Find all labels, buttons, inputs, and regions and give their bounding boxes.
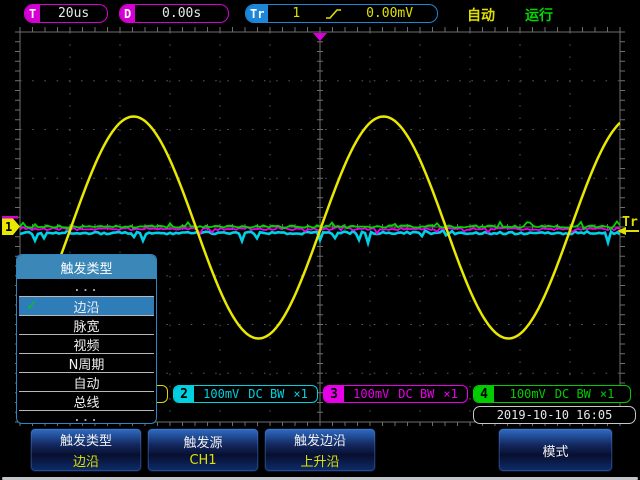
- channel2-badge: 2: [174, 386, 194, 402]
- channel2-scale: 100mV: [203, 387, 239, 401]
- channel4-status-box[interactable]: 4 100mV DC BW ×1: [473, 385, 631, 403]
- trigger-position-marker[interactable]: [313, 33, 327, 41]
- datetime-display: 2019-10-10 16:05: [473, 406, 636, 424]
- softkey-menu-bar: 触发类型 边沿 触发源 CH1 触发边沿 上升沿 模式: [0, 426, 640, 477]
- channel3-badge: 3: [324, 386, 344, 402]
- popup-item-edge[interactable]: ✓ 边沿: [19, 297, 154, 316]
- channel4-scale: 100mV: [510, 387, 546, 401]
- popup-item-video[interactable]: 视频: [19, 335, 154, 354]
- channel4-probe: ×1: [600, 387, 614, 401]
- popup-item-pulse-width[interactable]: 脉宽: [19, 316, 154, 335]
- channel3-scale: 100mV: [353, 387, 389, 401]
- softkey-trigger-edge[interactable]: 触发边沿 上升沿: [264, 428, 376, 472]
- oscilloscope-screen: 1Tr T 20us D 0.00s Tr 1 0.00mV 自动 运行 2 1…: [0, 0, 640, 480]
- popup-item-bus[interactable]: 总线: [19, 392, 154, 411]
- trigger-type-popup: 触发类型 ... ✓ 边沿 脉宽 视频 N周期 自动 总线 ...: [16, 254, 157, 424]
- channel3-coupling: DC: [398, 387, 412, 401]
- channel2-status-box[interactable]: 2 100mV DC BW ×1: [173, 385, 318, 403]
- popup-title: 触发类型: [17, 255, 156, 279]
- popup-scroll-up[interactable]: ...: [19, 279, 154, 297]
- softkey-mode[interactable]: 模式: [498, 428, 613, 472]
- channel3-bandwidth: BW: [420, 387, 434, 401]
- channel1-position-marker[interactable]: 1: [2, 219, 20, 236]
- channel3-position-sliver: [2, 216, 18, 219]
- popup-item-auto[interactable]: 自动: [19, 373, 154, 392]
- channel4-badge: 4: [474, 386, 494, 402]
- popup-scroll-down[interactable]: ...: [19, 411, 154, 424]
- svg-text:1: 1: [5, 220, 12, 234]
- channel2-probe: ×1: [293, 387, 307, 401]
- softkey-trigger-type[interactable]: 触发类型 边沿: [30, 428, 142, 472]
- checkmark-icon: ✓: [26, 298, 38, 314]
- softkey-trigger-source[interactable]: 触发源 CH1: [147, 428, 259, 472]
- channel2-coupling: DC: [248, 387, 262, 401]
- channel4-coupling: DC: [555, 387, 569, 401]
- popup-item-n-cycle[interactable]: N周期: [19, 354, 154, 373]
- channel3-probe: ×1: [443, 387, 457, 401]
- channel3-status-box[interactable]: 3 100mV DC BW ×1: [323, 385, 468, 403]
- channel2-bandwidth: BW: [270, 387, 284, 401]
- chann4-bandwidth: BW: [576, 387, 590, 401]
